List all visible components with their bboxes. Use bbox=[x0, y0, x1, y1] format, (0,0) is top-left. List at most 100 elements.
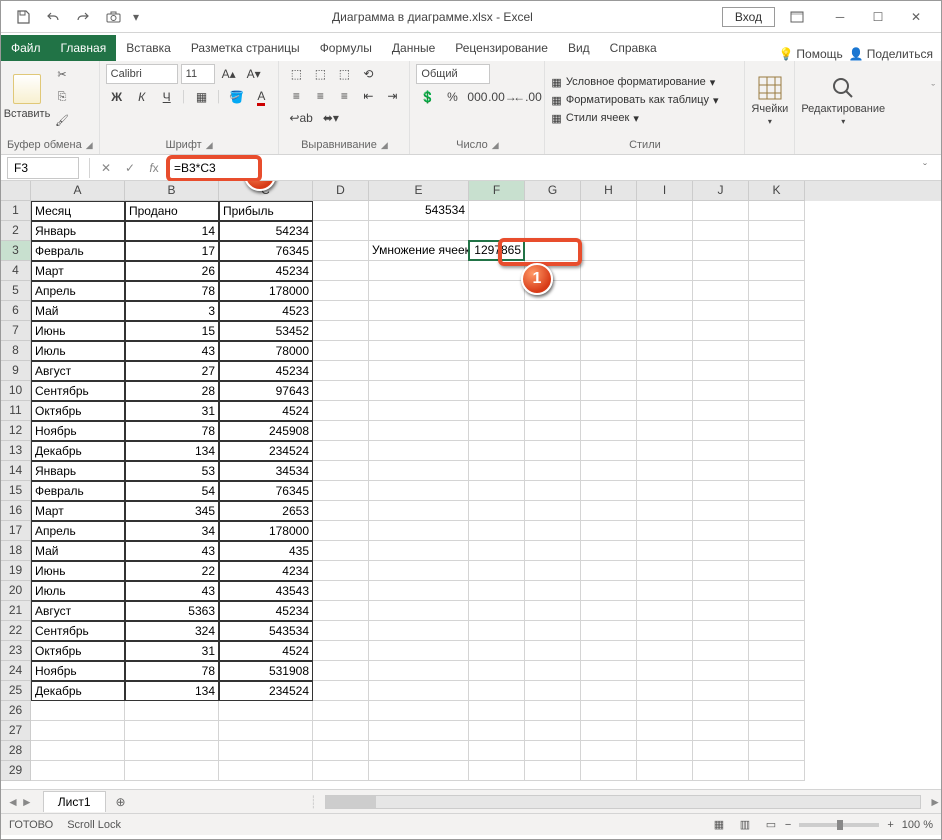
cell[interactable] bbox=[469, 561, 525, 581]
cell[interactable] bbox=[749, 681, 805, 701]
cell[interactable] bbox=[581, 401, 637, 421]
maximize-button[interactable]: ☐ bbox=[861, 4, 895, 30]
cell[interactable]: 45234 bbox=[219, 261, 313, 281]
tab-home[interactable]: Главная bbox=[51, 35, 117, 61]
cell[interactable] bbox=[693, 461, 749, 481]
cell[interactable] bbox=[313, 381, 369, 401]
cell[interactable] bbox=[219, 721, 313, 741]
cell[interactable] bbox=[525, 321, 581, 341]
row-head[interactable]: 3 bbox=[1, 241, 31, 261]
cell[interactable] bbox=[637, 641, 693, 661]
cell[interactable] bbox=[749, 381, 805, 401]
font-color-icon[interactable]: А bbox=[250, 87, 272, 107]
comma-icon[interactable]: 000 bbox=[466, 87, 488, 107]
cell[interactable] bbox=[313, 661, 369, 681]
underline-button[interactable]: Ч bbox=[156, 87, 178, 107]
col-head-E[interactable]: E bbox=[369, 181, 469, 201]
align-left-icon[interactable]: ≡ bbox=[285, 86, 307, 106]
cell[interactable]: 134 bbox=[125, 441, 219, 461]
cell[interactable]: Март bbox=[31, 501, 125, 521]
tab-data[interactable]: Данные bbox=[382, 35, 445, 61]
cell[interactable] bbox=[749, 541, 805, 561]
cell[interactable] bbox=[525, 521, 581, 541]
cell[interactable] bbox=[525, 501, 581, 521]
cell[interactable] bbox=[469, 761, 525, 781]
cell[interactable] bbox=[637, 661, 693, 681]
cell[interactable] bbox=[369, 661, 469, 681]
cell[interactable] bbox=[749, 481, 805, 501]
accounting-icon[interactable]: 💲 bbox=[416, 87, 438, 107]
cell[interactable]: 53 bbox=[125, 461, 219, 481]
cell[interactable]: 76345 bbox=[219, 481, 313, 501]
cell[interactable]: Октябрь bbox=[31, 401, 125, 421]
cell[interactable] bbox=[313, 581, 369, 601]
row-head[interactable]: 8 bbox=[1, 341, 31, 361]
cell[interactable] bbox=[525, 661, 581, 681]
cell[interactable] bbox=[369, 761, 469, 781]
col-head-D[interactable]: D bbox=[313, 181, 369, 201]
cell[interactable] bbox=[313, 281, 369, 301]
italic-button[interactable]: К bbox=[131, 87, 153, 107]
cell[interactable] bbox=[469, 621, 525, 641]
cell[interactable] bbox=[525, 301, 581, 321]
decrease-font-icon[interactable]: A▾ bbox=[243, 64, 265, 84]
row-head[interactable]: 2 bbox=[1, 221, 31, 241]
cell[interactable]: Февраль bbox=[31, 241, 125, 261]
cell[interactable] bbox=[637, 721, 693, 741]
next-sheet-icon[interactable]: ► bbox=[21, 795, 33, 809]
cell[interactable] bbox=[637, 561, 693, 581]
cell[interactable] bbox=[581, 241, 637, 261]
cell[interactable] bbox=[749, 701, 805, 721]
cell[interactable]: 5363 bbox=[125, 601, 219, 621]
cell[interactable] bbox=[313, 561, 369, 581]
row-head[interactable]: 17 bbox=[1, 521, 31, 541]
cell[interactable] bbox=[693, 421, 749, 441]
cell[interactable]: Октябрь bbox=[31, 641, 125, 661]
cell[interactable] bbox=[313, 701, 369, 721]
cell[interactable]: Ноябрь bbox=[31, 661, 125, 681]
cell[interactable]: 45234 bbox=[219, 601, 313, 621]
sheet-tab[interactable]: Лист1 bbox=[43, 791, 106, 812]
cell[interactable]: Ноябрь bbox=[31, 421, 125, 441]
format-as-table-button[interactable]: ▦Форматировать как таблицу ▾ bbox=[551, 94, 718, 107]
cell[interactable] bbox=[313, 621, 369, 641]
cell[interactable]: 543534 bbox=[369, 201, 469, 221]
row-head[interactable]: 18 bbox=[1, 541, 31, 561]
cell[interactable] bbox=[693, 401, 749, 421]
cell[interactable] bbox=[749, 301, 805, 321]
cell[interactable] bbox=[369, 401, 469, 421]
cell[interactable] bbox=[749, 461, 805, 481]
cell[interactable] bbox=[469, 281, 525, 301]
zoom-out-icon[interactable]: − bbox=[785, 819, 791, 831]
cell[interactable]: Апрель bbox=[31, 521, 125, 541]
zoom-in-icon[interactable]: + bbox=[887, 819, 893, 831]
cell[interactable] bbox=[313, 521, 369, 541]
cell[interactable]: 543534 bbox=[219, 621, 313, 641]
cell[interactable]: 28 bbox=[125, 381, 219, 401]
cell[interactable] bbox=[637, 241, 693, 261]
scroll-right-icon[interactable]: ► bbox=[929, 795, 941, 809]
cell[interactable] bbox=[469, 381, 525, 401]
col-head-F[interactable]: F bbox=[469, 181, 525, 201]
cell[interactable]: 27 bbox=[125, 361, 219, 381]
cell[interactable] bbox=[693, 301, 749, 321]
cell[interactable] bbox=[749, 261, 805, 281]
cell[interactable] bbox=[525, 761, 581, 781]
cell[interactable] bbox=[469, 361, 525, 381]
cell[interactable] bbox=[749, 201, 805, 221]
cell[interactable] bbox=[313, 301, 369, 321]
wrap-text-icon[interactable]: ↩ab bbox=[285, 108, 316, 128]
cell[interactable] bbox=[369, 561, 469, 581]
cell[interactable] bbox=[637, 741, 693, 761]
tab-page-layout[interactable]: Разметка страницы bbox=[181, 35, 310, 61]
cell[interactable]: 78 bbox=[125, 421, 219, 441]
row-head[interactable]: 7 bbox=[1, 321, 31, 341]
cell[interactable] bbox=[469, 521, 525, 541]
cell[interactable]: 78 bbox=[125, 661, 219, 681]
cell[interactable] bbox=[369, 481, 469, 501]
cell[interactable] bbox=[637, 281, 693, 301]
font-name-combo[interactable]: Calibri bbox=[106, 64, 178, 84]
align-right-icon[interactable]: ≡ bbox=[333, 86, 355, 106]
indent-increase-icon[interactable]: ⇥ bbox=[381, 86, 403, 106]
cell[interactable] bbox=[369, 741, 469, 761]
